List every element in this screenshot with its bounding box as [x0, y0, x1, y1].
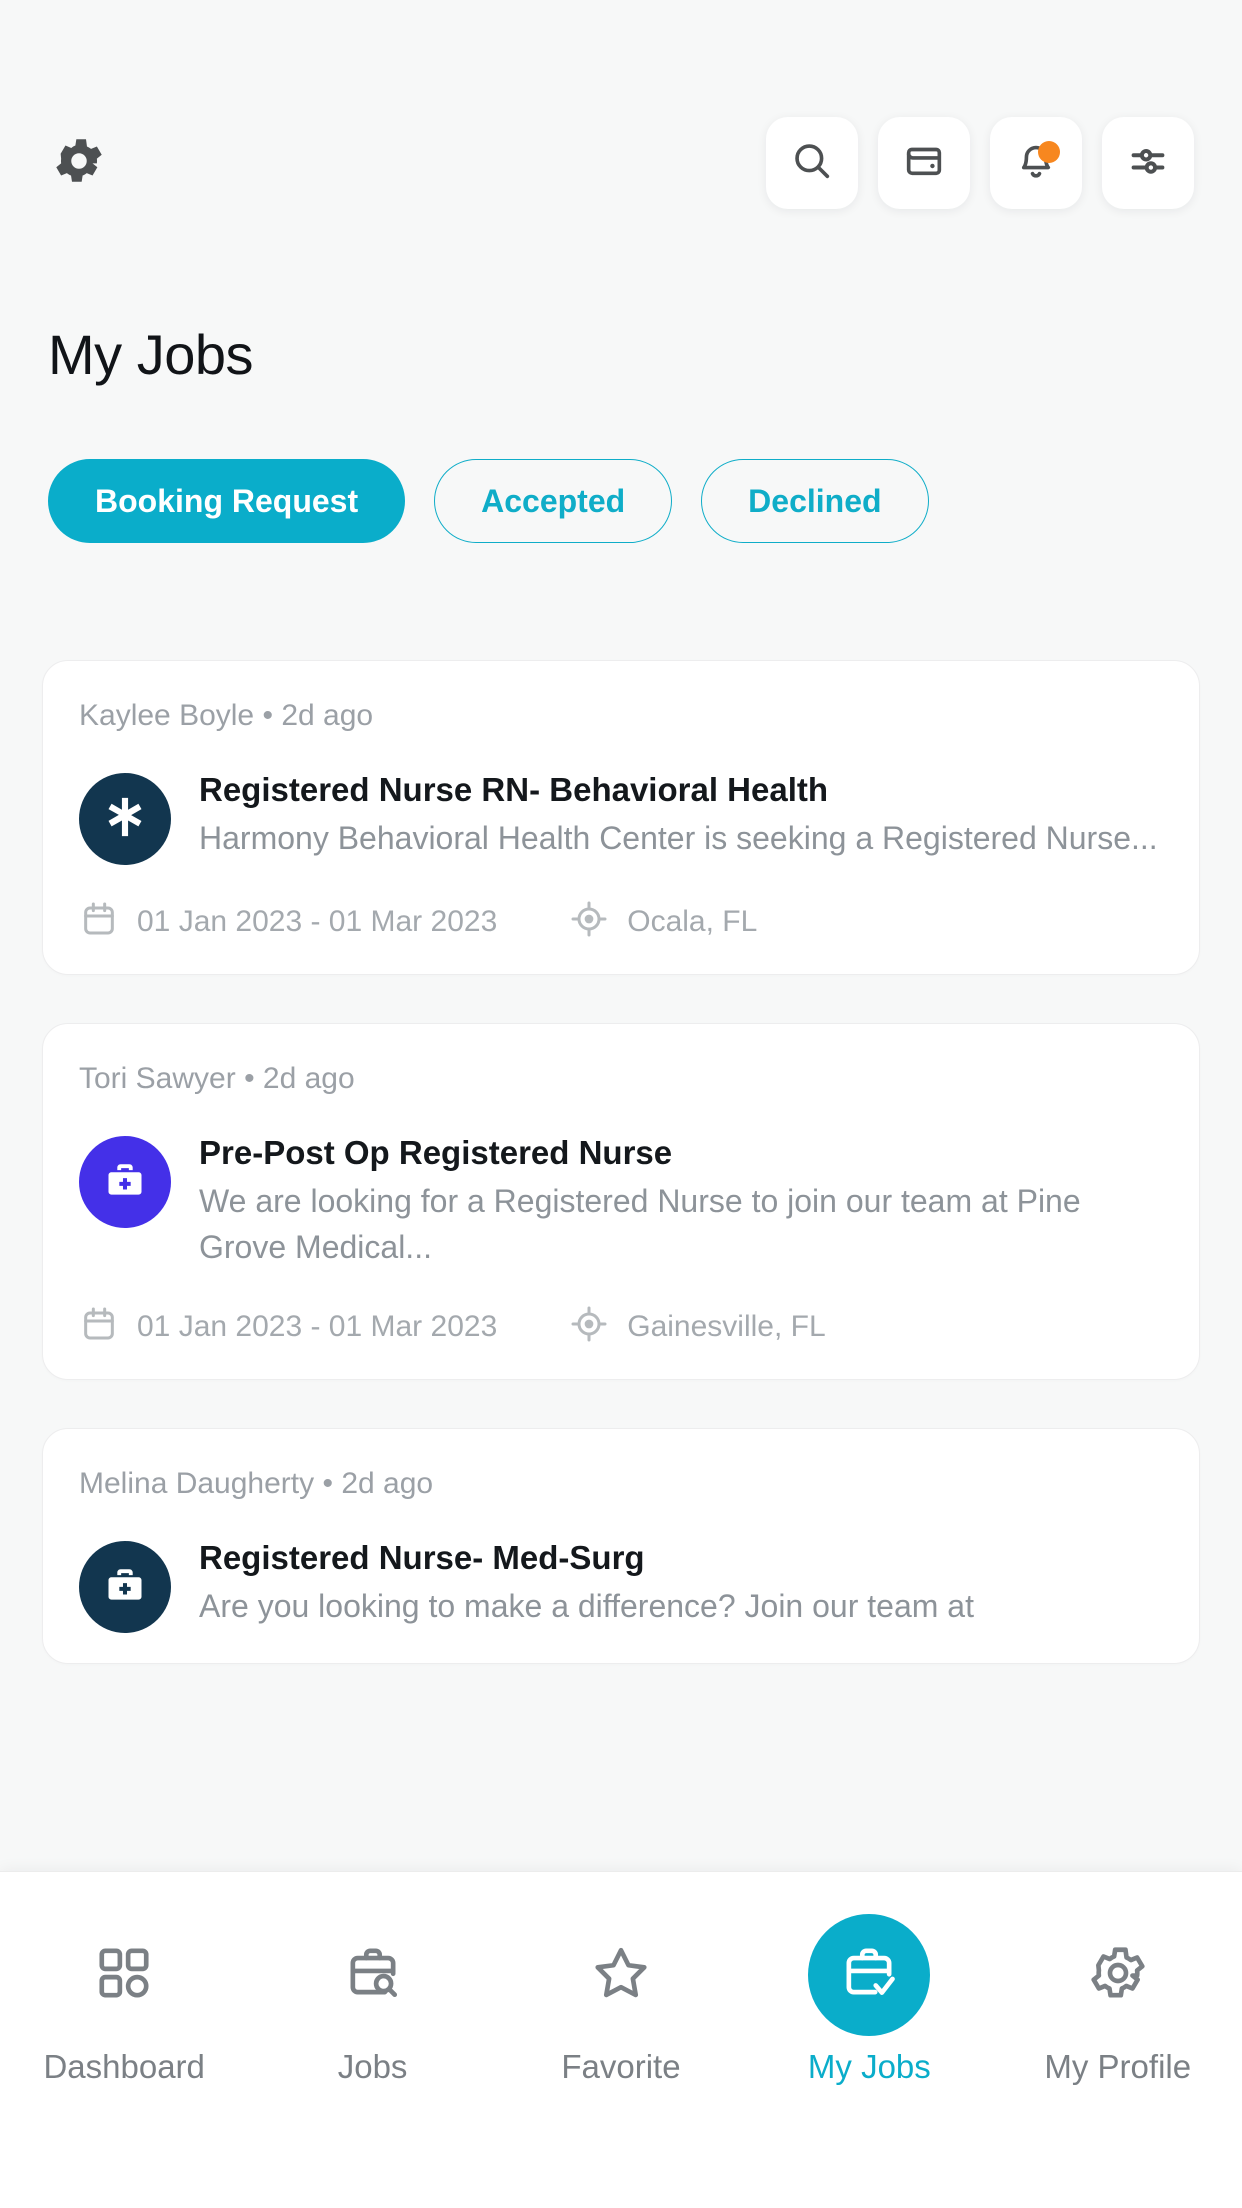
wallet-button[interactable] [878, 117, 970, 209]
job-title: Registered Nurse- Med-Surg [199, 1539, 645, 1577]
nav-label: My Profile [1044, 2048, 1192, 2085]
nav-label: Dashboard [43, 2048, 205, 2085]
medical-bag-icon [103, 1158, 147, 1207]
calendar-icon [79, 899, 119, 944]
avatar [79, 773, 171, 865]
nav-item-jobs[interactable]: Jobs [273, 1914, 473, 2086]
job-title: Pre-Post Op Registered Nurse [199, 1134, 673, 1171]
gear-icon [1087, 1942, 1149, 2009]
nav-item-my-jobs[interactable]: My Jobs [769, 1914, 969, 2086]
avatar [79, 1136, 171, 1228]
card-footer: 01 Jan 2023 - 01 Mar 2023 Ocala, FL [79, 899, 1163, 944]
job-dates-text: 01 Jan 2023 - 01 Mar 2023 [137, 904, 498, 938]
job-dates: 01 Jan 2023 - 01 Mar 2023 [79, 899, 497, 944]
star-of-life-icon [102, 794, 148, 845]
notification-badge [1038, 141, 1060, 163]
job-location: Ocala, FL [569, 899, 757, 944]
job-location: Gainesville, FL [569, 1304, 826, 1349]
job-card-list: Kaylee Boyle • 2d ago Registered Nurse R… [42, 660, 1200, 1712]
card-meta: Melina Daugherty • 2d ago [79, 1467, 1163, 1501]
job-description: We are looking for a Registered Nurse to… [199, 1183, 1081, 1265]
nav-item-dashboard[interactable]: Dashboard [24, 1914, 224, 2086]
wallet-icon [901, 138, 947, 189]
nav-label: Favorite [561, 2048, 681, 2085]
star-icon [590, 1942, 652, 2009]
notifications-button[interactable] [990, 117, 1082, 209]
briefcase-check-icon [838, 1942, 900, 2009]
job-location-text: Ocala, FL [627, 904, 758, 938]
card-footer: 01 Jan 2023 - 01 Mar 2023 Gainesville, F… [79, 1304, 1163, 1349]
calendar-icon [79, 1304, 119, 1349]
job-card[interactable]: Tori Sawyer • 2d ago Pre-Post Op Registe… [42, 1023, 1200, 1381]
medical-bag-icon [103, 1563, 147, 1612]
posted-time: 2d ago [341, 1467, 434, 1501]
job-card[interactable]: Kaylee Boyle • 2d ago Registered Nurse R… [42, 660, 1200, 975]
poster-name: Kaylee Boyle [79, 699, 255, 732]
settings-button[interactable] [48, 132, 110, 194]
job-description: Harmony Behavioral Health Center is seek… [199, 820, 1158, 857]
poster-name: Melina Daugherty [79, 1467, 315, 1501]
card-meta: Tori Sawyer • 2d ago [79, 1062, 1163, 1096]
avatar [79, 1541, 171, 1634]
location-crosshair-icon [569, 899, 609, 944]
app-header [0, 108, 1242, 218]
meta-separator: • [244, 1062, 255, 1095]
job-dates-text: 01 Jan 2023 - 01 Mar 2023 [137, 1309, 498, 1343]
job-card[interactable]: Melina Daugherty • 2d ago Registered Nur… [42, 1428, 1200, 1665]
tab-accepted[interactable]: Accepted [434, 459, 673, 543]
app-screen: My Jobs Booking Request Accepted Decline… [0, 0, 1242, 2208]
job-dates: 01 Jan 2023 - 01 Mar 2023 [79, 1304, 497, 1349]
page-title: My Jobs [48, 323, 254, 386]
gear-icon [50, 132, 108, 195]
meta-separator: • [322, 1467, 333, 1501]
tab-declined[interactable]: Declined [701, 459, 929, 543]
card-meta: Kaylee Boyle • 2d ago [79, 699, 1163, 733]
tab-booking-request[interactable]: Booking Request [48, 459, 406, 543]
poster-name: Tori Sawyer [79, 1062, 236, 1095]
meta-separator: • [262, 699, 273, 732]
search-button[interactable] [766, 117, 858, 209]
briefcase-search-icon [342, 1942, 404, 2009]
posted-time: 2d ago [262, 1062, 355, 1095]
nav-label: Jobs [337, 2048, 408, 2085]
bottom-navigation: Dashboard Jobs Favorite My Jobs My Profi… [0, 1871, 1242, 2208]
job-title: Registered Nurse RN- Behavioral Health [199, 771, 829, 808]
filter-button[interactable] [1102, 117, 1194, 209]
filter-icon [1125, 138, 1171, 189]
job-location-text: Gainesville, FL [627, 1309, 826, 1343]
job-status-tabs: Booking Request Accepted Declined [48, 459, 929, 543]
header-actions [766, 117, 1194, 209]
nav-label: My Jobs [807, 2048, 931, 2085]
job-description: Are you looking to make a difference? Jo… [199, 1588, 974, 1625]
location-crosshair-icon [569, 1304, 609, 1349]
nav-item-my-profile[interactable]: My Profile [1018, 1914, 1218, 2086]
search-icon [789, 138, 835, 189]
posted-time: 2d ago [281, 699, 374, 732]
grid-icon [93, 1942, 155, 2009]
nav-item-favorite[interactable]: Favorite [521, 1914, 721, 2086]
